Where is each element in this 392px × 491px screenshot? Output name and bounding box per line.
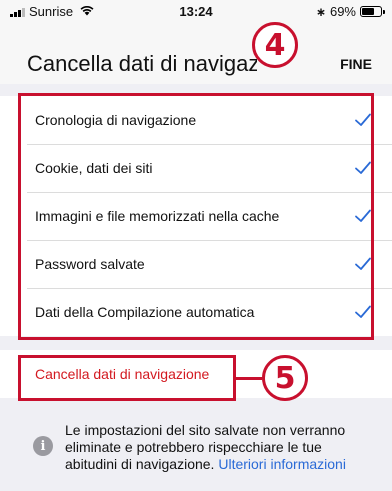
info-footer: i Le impostazioni del sito salvate non v… [0, 412, 392, 473]
callout-5-connector [236, 377, 262, 380]
section-gap [0, 336, 392, 350]
bluetooth-icon: ∗ [315, 4, 326, 19]
checkmark-icon [355, 161, 371, 174]
nav-header: Cancella dati di navigazione FINE [0, 22, 392, 84]
option-label: Cookie, dati dei siti [35, 160, 153, 176]
option-label: Cronologia di navigazione [35, 112, 197, 128]
option-cached-images[interactable]: Immagini e file memorizzati nella cache [0, 192, 392, 240]
option-label: Password salvate [35, 256, 145, 272]
clear-browsing-data-button[interactable]: Cancella dati di navigazione [0, 350, 392, 398]
option-cookies[interactable]: Cookie, dati dei siti [0, 144, 392, 192]
info-icon: i [33, 436, 53, 456]
checkmark-icon [355, 305, 371, 318]
callout-4-badge: 4 [252, 22, 298, 68]
options-list: Cronologia di navigazione Cookie, dati d… [0, 84, 392, 398]
checkmark-icon [355, 113, 371, 126]
option-label: Immagini e file memorizzati nella cache [35, 208, 280, 224]
checkmark-icon [355, 257, 371, 270]
status-right: ∗ 69% [315, 4, 385, 19]
learn-more-link[interactable]: Ulteriori informazioni [218, 456, 346, 472]
battery-percent: 69% [329, 4, 356, 19]
status-bar: Sunrise 13:24 ∗ 69% [0, 0, 392, 22]
battery-icon [360, 6, 385, 17]
option-saved-passwords[interactable]: Password salvate [0, 240, 392, 288]
info-text: Le impostazioni del sito salvate non ver… [65, 422, 372, 473]
option-autofill-data[interactable]: Dati della Compilazione automatica [0, 288, 392, 336]
callout-5-badge: 5 [262, 355, 308, 401]
checkmark-icon [355, 209, 371, 222]
option-label: Dati della Compilazione automatica [35, 304, 255, 320]
page-title: Cancella dati di navigazione [27, 51, 257, 76]
clear-browsing-data-label: Cancella dati di navigazione [35, 366, 210, 382]
option-browsing-history[interactable]: Cronologia di navigazione [0, 96, 392, 144]
done-button[interactable]: FINE [340, 56, 372, 72]
